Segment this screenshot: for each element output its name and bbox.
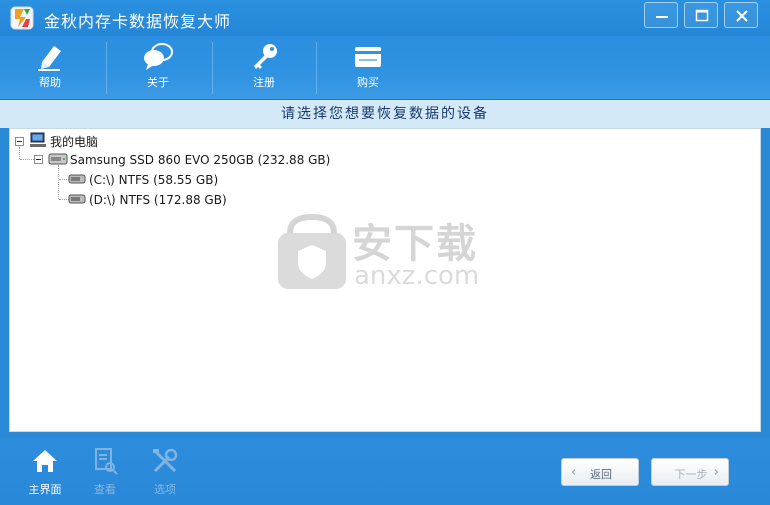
tree-connector	[58, 165, 59, 199]
maximize-button[interactable]	[684, 2, 718, 28]
computer-icon	[30, 132, 46, 147]
tree-connector	[20, 159, 34, 160]
window-title: 金秋内存卡数据恢复大师	[44, 12, 232, 31]
key-icon	[254, 44, 277, 69]
minimize-icon	[656, 16, 668, 18]
hard-disk-icon	[48, 153, 68, 165]
home-icon	[33, 450, 57, 472]
buy-label: 购买	[357, 76, 379, 89]
root-expander[interactable]	[15, 137, 24, 146]
next-button[interactable]: 下一步 ›	[651, 458, 729, 486]
close-button[interactable]	[724, 2, 758, 28]
title-bar: 金秋内存卡数据恢复大师	[0, 0, 770, 36]
help-label: 帮助	[39, 76, 61, 89]
tree-connector	[19, 147, 20, 159]
tree-node-disk[interactable]: Samsung SSD 860 EVO 250GB (232.88 GB)	[70, 153, 330, 167]
register-button[interactable]: 注册	[214, 36, 314, 100]
tree-node-partition-d[interactable]: (D:\) NTFS (172.88 GB)	[89, 193, 227, 207]
home-button[interactable]: 主界面	[20, 447, 70, 497]
instruction-banner: 请选择您想要恢复数据的设备	[0, 100, 770, 128]
device-tree-panel: 我的电脑 Samsung SSD 860 EVO 250GB (232.88 G…	[9, 128, 761, 432]
view-button[interactable]: 查看	[80, 447, 130, 497]
minimize-button[interactable]	[644, 2, 678, 28]
about-label: 关于	[147, 76, 169, 89]
bottom-bar: 主界面 查看 选项 ‹ 返回 下一步 ›	[0, 437, 770, 505]
toolbar-separator	[316, 42, 317, 94]
register-label: 注册	[253, 76, 275, 89]
view-label: 查看	[94, 483, 116, 496]
buy-button[interactable]: 购买	[318, 36, 418, 100]
home-label: 主界面	[28, 483, 62, 496]
disk-expander[interactable]	[34, 155, 43, 164]
tree-node-my-computer[interactable]: 我的电脑	[50, 133, 98, 150]
close-icon	[736, 10, 748, 22]
tree-node-partition-c[interactable]: (C:\) NTFS (58.55 GB)	[89, 173, 218, 187]
options-button[interactable]: 选项	[140, 447, 190, 497]
about-button[interactable]: 关于	[108, 36, 208, 100]
back-button[interactable]: ‹ 返回	[561, 458, 639, 486]
buy-card-icon	[355, 47, 381, 67]
back-label: 返回	[590, 468, 612, 481]
chevron-right-icon: ›	[713, 465, 719, 480]
help-pen-icon	[38, 46, 61, 71]
toolbar-separator	[212, 42, 213, 94]
maximize-icon	[695, 9, 709, 22]
app-logo-icon	[10, 6, 34, 30]
partition-icon	[68, 174, 86, 184]
view-document-icon	[95, 448, 118, 475]
instruction-text: 请选择您想要恢复数据的设备	[281, 106, 489, 122]
toolbar-separator	[106, 42, 107, 94]
partition-icon	[68, 194, 86, 204]
tools-icon	[153, 448, 178, 473]
options-label: 选项	[154, 483, 176, 496]
help-button[interactable]: 帮助	[0, 36, 100, 100]
toolbar: 帮助 关于 注册 购买	[0, 36, 770, 100]
chat-bubbles-icon	[144, 43, 173, 70]
